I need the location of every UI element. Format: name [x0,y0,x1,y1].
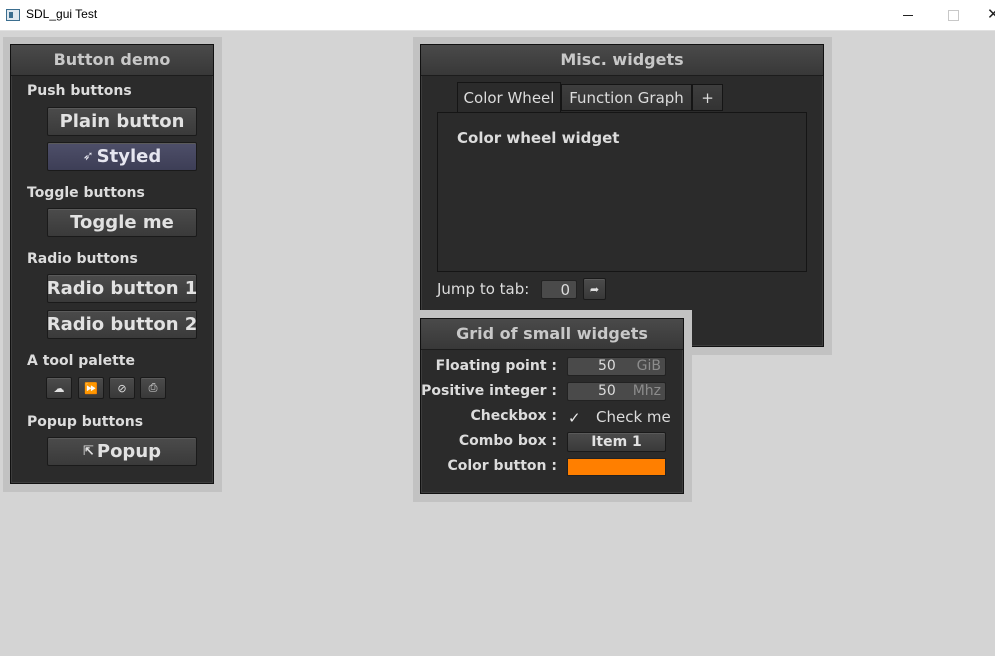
popup-button[interactable]: ⇱ Popup [47,437,197,466]
compass-tool-button[interactable]: ⊘ [109,377,135,399]
minimize-button[interactable] [884,0,930,30]
tab-add-button[interactable]: + [692,84,723,111]
rocket-icon: ➶ [82,149,94,164]
window-title: SDL_gui Test [26,7,98,21]
tab-color-wheel[interactable]: Color Wheel [457,82,561,113]
styled-button-label: Styled [96,146,162,167]
positive-integer-input[interactable]: 50 Mhz [567,382,666,401]
app-icon [6,9,20,21]
button-demo-title[interactable]: Button demo [11,45,213,76]
misc-widgets-title[interactable]: Misc. widgets [421,45,823,76]
plain-button[interactable]: Plain button [47,107,197,136]
cloud-icon: ☁ [53,381,65,395]
checkmark-icon: ✓ [568,409,581,427]
maximize-button[interactable] [930,0,976,30]
toggle-button[interactable]: Toggle me [47,208,197,237]
popup-button-label: Popup [96,441,162,462]
window-titlebar[interactable]: SDL_gui Test ✕ [0,0,995,31]
positive-integer-label: Positive integer : [421,383,557,399]
close-icon: ✕ [987,5,995,23]
jump-to-tab-label: Jump to tab: [437,280,530,298]
install-tool-button[interactable]: ⎙ [140,377,166,399]
check-me-text[interactable]: Check me [596,408,671,426]
jump-tab-input[interactable]: 0 [541,280,577,299]
jump-tab-value: 0 [560,281,570,299]
share-arrow-icon: ➦ [589,282,600,296]
cloud-tool-button[interactable]: ☁ [46,377,72,399]
positive-integer-value: 50 [598,383,616,399]
close-button[interactable]: ✕ [976,0,995,30]
push-buttons-label: Push buttons [27,83,132,99]
combo-box-label: Combo box : [458,433,557,449]
jump-go-button[interactable]: ➦ [583,278,606,300]
radio-button-1[interactable]: Radio button 1 [47,274,197,303]
color-button[interactable] [567,458,666,476]
install-icon: ⎙ [148,381,158,394]
fast-forward-icon: ⏩ [84,381,98,395]
floating-point-value: 50 [598,358,616,374]
positive-integer-units: Mhz [632,383,661,399]
radio-buttons-label: Radio buttons [27,251,138,267]
radio-button-2[interactable]: Radio button 2 [47,310,197,339]
floating-point-label: Floating point : [435,358,557,374]
check-me-checkbox[interactable]: ✓ [568,409,586,427]
color-button-label: Color button : [447,458,557,474]
floating-point-input[interactable]: 50 GiB [567,357,666,376]
fast-forward-tool-button[interactable]: ⏩ [78,377,104,399]
export-icon: ⇱ [82,444,94,459]
floating-point-units: GiB [636,358,661,374]
checkbox-label: Checkbox : [470,408,558,424]
tab-function-graph[interactable]: Function Graph [561,84,692,111]
grid-window-title[interactable]: Grid of small widgets [421,319,683,350]
popup-buttons-label: Popup buttons [27,414,144,430]
color-wheel-text: Color wheel widget [457,129,620,147]
styled-button[interactable]: ➶ Styled [47,142,197,171]
compass-icon: ⊘ [117,381,127,395]
toggle-buttons-label: Toggle buttons [27,185,145,201]
combo-box[interactable]: Item 1 [567,432,666,452]
tool-palette-label: A tool palette [27,353,135,369]
